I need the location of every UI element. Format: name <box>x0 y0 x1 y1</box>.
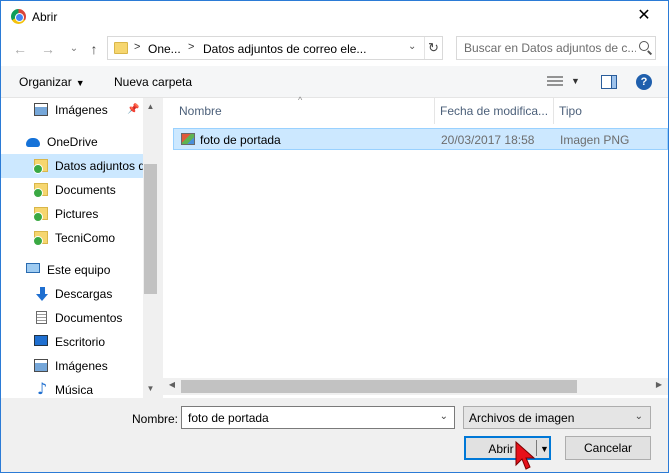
folder-icon <box>33 159 48 174</box>
sidebar-item-label: Música <box>55 383 94 397</box>
caret-down-icon[interactable]: ▼ <box>571 76 580 86</box>
onedrive-icon <box>26 138 40 147</box>
navigation-pane: Imágenes 📌 OneDrive Datos adjuntos de co… <box>1 98 158 398</box>
sidebar-item-desktop[interactable]: Escritorio <box>1 330 143 354</box>
file-type-filter[interactable]: Archivos de imagen ⌄ <box>463 406 651 429</box>
chevron-right-icon[interactable]: > <box>188 41 194 53</box>
up-arrow-icon[interactable]: ↑ <box>85 40 103 58</box>
horizontal-scrollbar[interactable]: ◀ ▶ <box>163 378 668 395</box>
search-box[interactable] <box>456 36 656 60</box>
back-arrow-icon[interactable]: ← <box>11 40 29 58</box>
scroll-left-icon[interactable]: ◀ <box>165 380 179 389</box>
organize-label: Organizar <box>19 75 72 89</box>
chevron-right-icon[interactable]: > <box>134 41 140 53</box>
close-button[interactable]: ✕ <box>632 5 656 27</box>
view-options-icon[interactable] <box>547 76 563 88</box>
sidebar-item-label: Descargas <box>55 287 113 301</box>
scrollbar-thumb[interactable] <box>181 380 577 393</box>
address-bar[interactable]: > One... > Datos adjuntos de correo ele.… <box>107 36 443 60</box>
desktop-icon <box>34 335 48 346</box>
navigation-row: ← → ⌄ ↑ > One... > Datos adjuntos de cor… <box>1 32 668 66</box>
title-bar: Abrir ✕ <box>1 1 668 32</box>
sidebar-item-this-pc[interactable]: Este equipo <box>1 258 143 282</box>
file-type: Imagen PNG <box>560 133 630 147</box>
chevron-down-icon[interactable]: ⌄ <box>408 41 416 52</box>
folder-icon <box>33 231 48 246</box>
sidebar-item-tecnicomo[interactable]: TecniComo <box>1 226 143 250</box>
sidebar-item-downloads[interactable]: Descargas <box>1 282 143 306</box>
scroll-down-icon[interactable]: ▼ <box>143 384 158 393</box>
sidebar-item-images[interactable]: Imágenes <box>1 354 143 378</box>
folder-icon <box>33 207 48 222</box>
sidebar-item-documents[interactable]: Documentos <box>1 306 143 330</box>
caret-down-icon[interactable]: ▼ <box>540 438 549 460</box>
open-dialog: Abrir ✕ ← → ⌄ ↑ > One... > Datos adjunto… <box>0 0 669 473</box>
sidebar-item-label: OneDrive <box>47 135 98 149</box>
sidebar-item-label: Imágenes <box>55 103 108 117</box>
sidebar-scrollbar[interactable]: ▲ ▼ <box>143 98 158 398</box>
images-icon <box>34 103 48 116</box>
sidebar-item-onedrive[interactable]: OneDrive <box>1 130 143 154</box>
images-icon <box>34 359 48 372</box>
sidebar-item-pictures[interactable]: Pictures <box>1 202 143 226</box>
breadcrumb-current-folder[interactable]: Datos adjuntos de correo ele... <box>203 42 366 56</box>
chevron-down-icon[interactable]: ⌄ <box>440 411 448 422</box>
organize-button[interactable]: Organizar ▼ <box>19 75 85 89</box>
column-header-name[interactable]: Nombre <box>173 98 435 124</box>
folder-icon <box>114 42 128 54</box>
sidebar-item-label: Documents <box>55 183 116 197</box>
file-name-input[interactable] <box>188 411 428 425</box>
chrome-icon <box>11 9 26 24</box>
mouse-pointer-icon <box>515 441 536 470</box>
command-bar: Organizar ▼ Nueva carpeta ▼ ? <box>1 66 668 98</box>
window-title: Abrir <box>32 10 58 24</box>
computer-icon <box>26 263 40 273</box>
music-icon <box>37 379 47 398</box>
file-date: 20/03/2017 18:58 <box>441 133 535 147</box>
pin-icon[interactable]: 📌 <box>127 104 139 115</box>
preview-pane-icon[interactable] <box>601 75 617 89</box>
sidebar-item-label: TecniComo <box>55 231 116 245</box>
forward-arrow-icon[interactable]: → <box>39 40 57 58</box>
breadcrumb-onedrive[interactable]: One... <box>148 42 181 56</box>
file-type-filter-value: Archivos de imagen <box>469 411 575 425</box>
search-input[interactable] <box>464 41 636 55</box>
column-header-type[interactable]: Tipo <box>553 98 663 124</box>
help-icon[interactable]: ? <box>636 74 652 90</box>
scrollbar-thumb[interactable] <box>144 164 157 294</box>
table-row[interactable]: foto de portada 20/03/2017 18:58 Imagen … <box>173 128 668 150</box>
search-icon[interactable] <box>639 41 649 51</box>
open-button[interactable]: Abrir ▼ <box>464 436 551 460</box>
new-folder-button[interactable]: Nueva carpeta <box>114 75 192 89</box>
sidebar-item-label: Escritorio <box>55 335 106 349</box>
sidebar-item-label: Este equipo <box>47 263 111 277</box>
caret-down-icon: ▼ <box>75 78 85 88</box>
png-image-icon <box>181 133 195 145</box>
column-header-date[interactable]: Fecha de modifica... <box>434 98 554 124</box>
sidebar-item-images-quick[interactable]: Imágenes 📌 <box>1 98 143 122</box>
sidebar-item-music[interactable]: Música <box>1 378 143 398</box>
sidebar-item-documents-onedrive[interactable]: Documents <box>1 178 143 202</box>
sidebar-item-label: Datos adjuntos de correo electrónico <box>55 159 143 173</box>
download-icon <box>36 287 48 301</box>
scroll-up-icon[interactable]: ▲ <box>143 102 158 111</box>
sidebar-item-label: Imágenes <box>55 359 108 373</box>
refresh-icon[interactable]: ↻ <box>424 37 442 59</box>
chevron-down-icon: ⌄ <box>634 411 643 422</box>
documents-icon <box>36 311 47 324</box>
sidebar-item-label: Documentos <box>55 311 123 325</box>
file-list: ^ Nombre Fecha de modifica... Tipo foto … <box>163 95 668 398</box>
scroll-right-icon[interactable]: ▶ <box>652 380 666 389</box>
sidebar-item-email-attachments[interactable]: Datos adjuntos de correo electrónico <box>1 154 143 178</box>
file-name-combobox[interactable]: ⌄ <box>181 406 455 429</box>
cancel-button[interactable]: Cancelar <box>565 436 651 460</box>
file-name-label: Nombre: <box>132 412 179 426</box>
recent-locations-icon[interactable]: ⌄ <box>65 40 83 58</box>
file-name: foto de portada <box>200 133 281 147</box>
folder-icon <box>33 183 48 198</box>
sidebar-item-label: Pictures <box>55 207 99 221</box>
